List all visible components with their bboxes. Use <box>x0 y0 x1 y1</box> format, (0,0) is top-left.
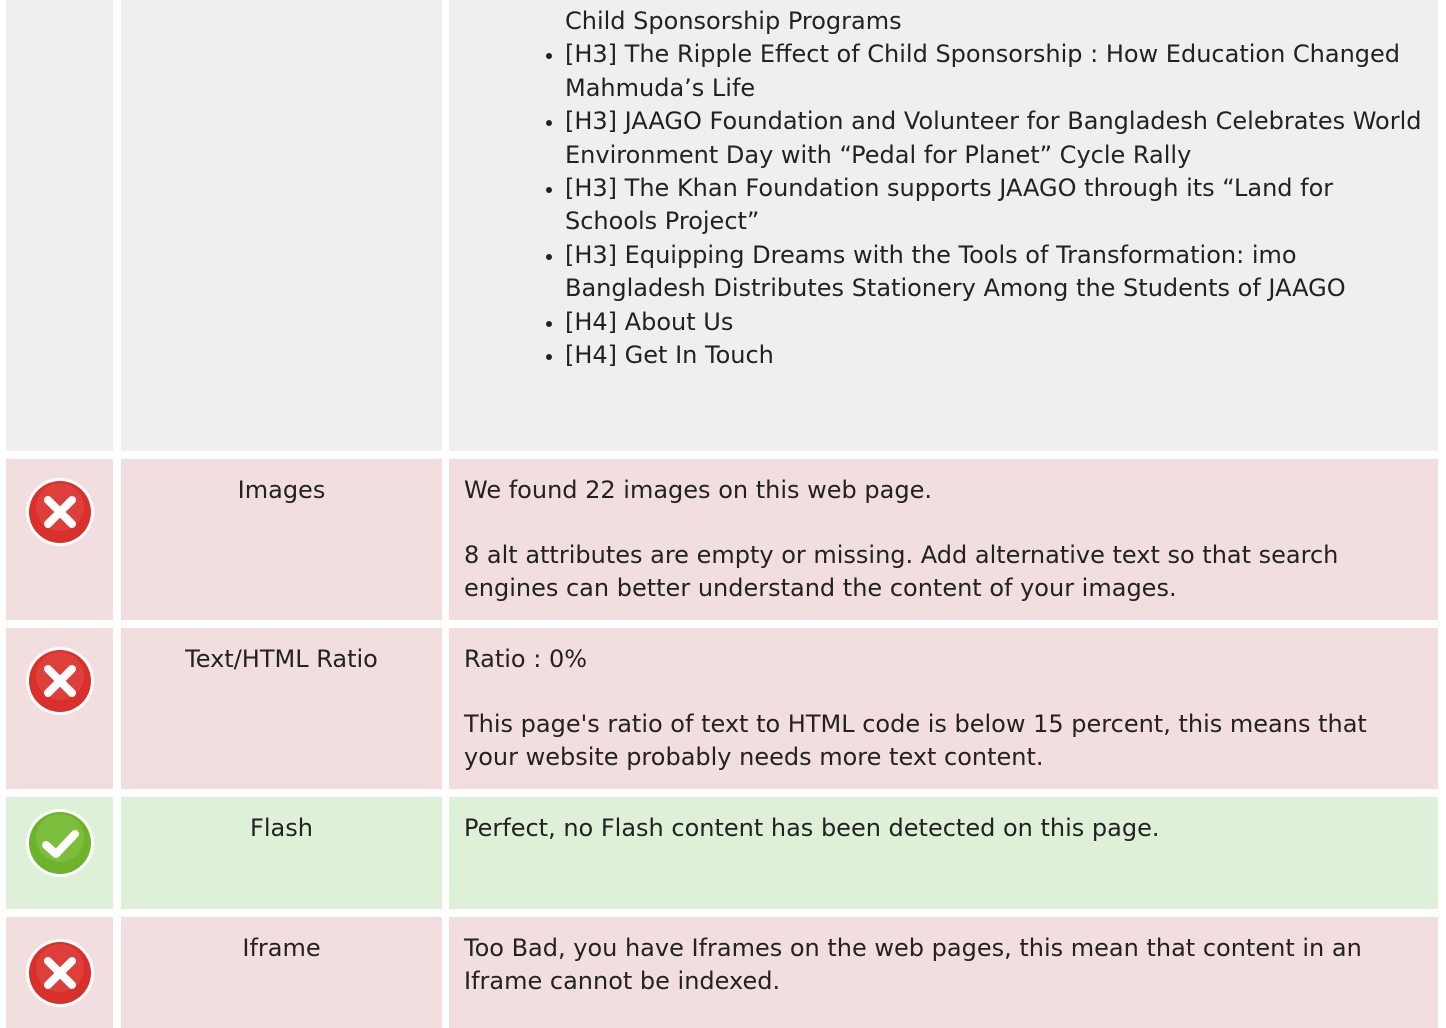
images-details: We found 22 images on this web page. 8 a… <box>449 459 1438 620</box>
error-x-icon <box>26 939 94 1007</box>
heading-item: [H4] About Us <box>565 306 1424 339</box>
heading-item: [H3] JAAGO Foundation and Volunteer for … <box>565 105 1424 172</box>
flash-row: Flash Perfect, no Flash content has been… <box>6 797 1438 909</box>
flash-label: Flash <box>121 797 442 909</box>
flash-details: Perfect, no Flash content has been detec… <box>449 797 1438 909</box>
images-summary: We found 22 images on this web page. <box>464 476 932 504</box>
iframe-row: Iframe Too Bad, you have Iframes on the … <box>6 917 1438 1028</box>
headings-label-cell <box>121 0 442 451</box>
flash-summary: Perfect, no Flash content has been detec… <box>464 814 1160 842</box>
ratio-status-cell <box>6 628 113 789</box>
error-x-icon <box>26 478 94 546</box>
headings-icon-cell <box>6 0 113 451</box>
images-row: Images We found 22 images on this web pa… <box>6 459 1438 620</box>
heading-item: Child Sponsorship Programs <box>565 7 902 35</box>
ratio-value: Ratio : 0% <box>464 645 588 673</box>
headings-row: Child Sponsorship Programs [H3] The Ripp… <box>6 0 1438 451</box>
iframe-status-cell <box>6 917 113 1028</box>
images-status-cell <box>6 459 113 620</box>
ratio-advice: This page's ratio of text to HTML code i… <box>464 710 1367 771</box>
iframe-summary: Too Bad, you have Iframes on the web pag… <box>464 934 1362 995</box>
ratio-details: Ratio : 0% This page's ratio of text to … <box>449 628 1438 789</box>
success-check-icon <box>26 809 94 877</box>
text-html-ratio-row: Text/HTML Ratio Ratio : 0% This page's r… <box>6 628 1438 789</box>
error-x-icon <box>26 647 94 715</box>
images-advice: 8 alt attributes are empty or missing. A… <box>464 541 1339 602</box>
images-label: Images <box>121 459 442 620</box>
flash-status-cell <box>6 797 113 909</box>
heading-item: [H3] The Khan Foundation supports JAAGO … <box>565 172 1424 239</box>
heading-item: [H4] Get In Touch <box>565 339 1424 372</box>
heading-item: [H3] Equipping Dreams with the Tools of … <box>565 239 1424 306</box>
iframe-details: Too Bad, you have Iframes on the web pag… <box>449 917 1438 1028</box>
headings-body-cell: Child Sponsorship Programs [H3] The Ripp… <box>449 0 1438 451</box>
headings-list: Child Sponsorship Programs [H3] The Ripp… <box>449 5 1424 372</box>
heading-item: [H3] The Ripple Effect of Child Sponsors… <box>565 38 1424 105</box>
ratio-label: Text/HTML Ratio <box>121 628 442 789</box>
iframe-label: Iframe <box>121 917 442 1028</box>
